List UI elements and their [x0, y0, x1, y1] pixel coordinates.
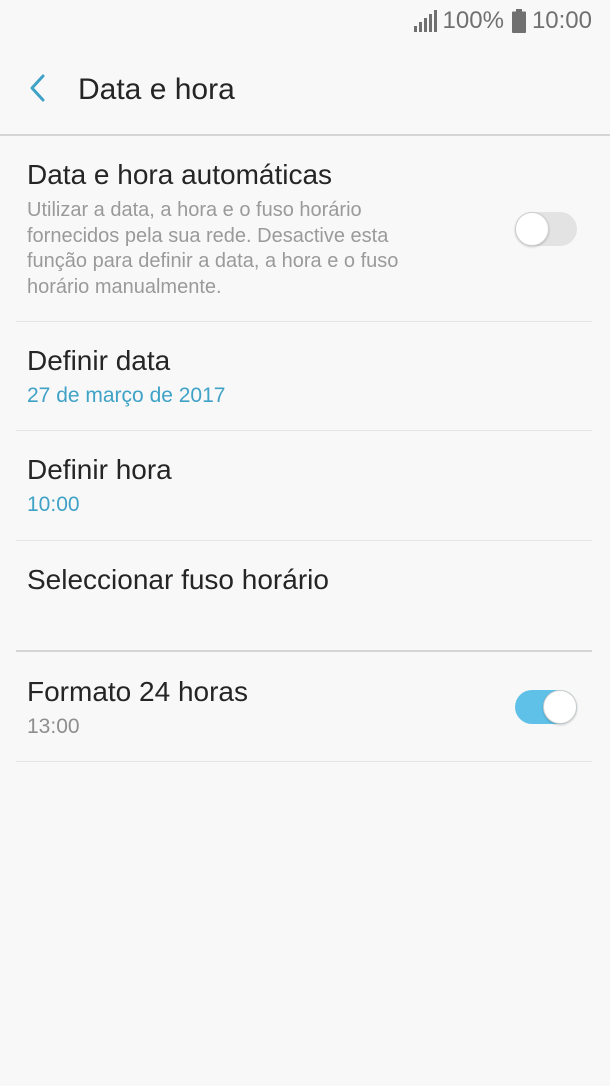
chevron-left-icon: [27, 73, 49, 108]
set-time-title: Definir hora: [27, 454, 172, 485]
format-24h-title: Formato 24 horas: [27, 676, 248, 707]
auto-datetime-title: Data e hora automáticas: [27, 159, 333, 190]
toggle-thumb: [515, 212, 549, 246]
format-24h-toggle[interactable]: [515, 690, 577, 724]
set-date-title: Definir data: [27, 345, 171, 376]
status-icons: 100% 10:00: [413, 6, 592, 36]
auto-datetime-item[interactable]: Data e hora automáticas Utilizar a data,…: [16, 136, 592, 321]
timezone-title: Seleccionar fuso horário: [27, 564, 329, 595]
set-date-item[interactable]: Definir data 27 de março de 2017: [16, 322, 592, 430]
timezone-item[interactable]: Seleccionar fuso horário: [16, 541, 592, 650]
set-date-value: 27 de março de 2017: [27, 384, 226, 407]
app-bar: Data e hora: [0, 60, 610, 120]
signal-icon: [413, 10, 437, 32]
auto-datetime-toggle[interactable]: [515, 212, 577, 246]
status-time: 10:00: [531, 7, 592, 34]
back-button[interactable]: [20, 72, 56, 108]
divider: [16, 761, 592, 762]
status-bar: 100% 10:00: [0, 0, 610, 40]
format-24h-example: 13:00: [27, 715, 80, 738]
page-title: Data e hora: [78, 73, 235, 106]
set-time-item[interactable]: Definir hora 10:00: [16, 431, 592, 539]
auto-datetime-description: Utilizar a data, a hora e o fuso horário…: [27, 199, 399, 298]
format-24h-item[interactable]: Formato 24 horas 13:00: [16, 652, 592, 760]
battery-percentage: 100%: [442, 7, 504, 34]
battery-icon: [511, 9, 526, 33]
set-time-value: 10:00: [27, 493, 80, 516]
toggle-thumb: [543, 690, 577, 724]
